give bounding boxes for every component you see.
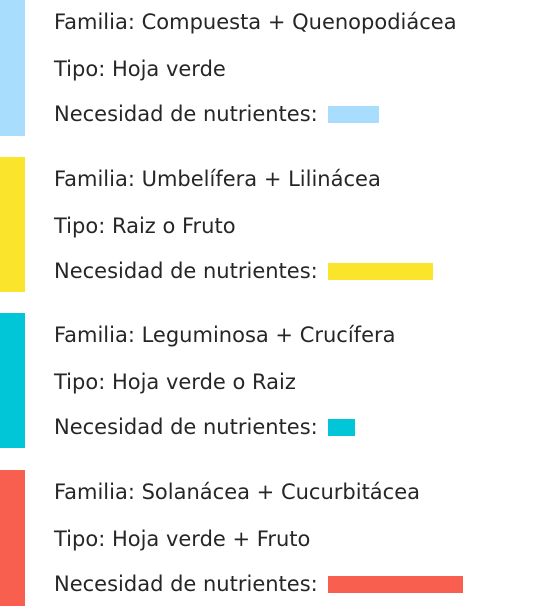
nutrient-level-bar (327, 418, 355, 436)
nutrient-row: Necesidad de nutrientes: (54, 101, 379, 127)
nutrient-row: Necesidad de nutrientes: (54, 571, 463, 597)
nutrient-row: Necesidad de nutrientes: (54, 414, 355, 440)
nutrient-row: Necesidad de nutrientes: (54, 258, 433, 284)
nutrient-level-bar (327, 105, 379, 123)
group-color-stripe (0, 313, 25, 448)
nutrient-level-bar (327, 575, 463, 593)
nutrient-label: Necesidad de nutrientes: (54, 102, 318, 126)
group-color-stripe (0, 157, 25, 292)
familia-text: Familia: Umbelífera + Lilinácea (54, 167, 381, 191)
nutrient-label: Necesidad de nutrientes: (54, 572, 318, 596)
group-3: Familia: Leguminosa + Crucífera Tipo: Ho… (0, 313, 551, 448)
group-color-stripe (0, 0, 25, 136)
familia-text: Familia: Compuesta + Quenopodiácea (54, 10, 457, 34)
tipo-text: Tipo: Raiz o Fruto (54, 214, 236, 238)
group-2: Familia: Umbelífera + Lilinácea Tipo: Ra… (0, 157, 551, 292)
familia-text: Familia: Solanácea + Cucurbitácea (54, 480, 421, 504)
tipo-text: Tipo: Hoja verde (54, 57, 226, 81)
familia-text: Familia: Leguminosa + Crucífera (54, 323, 396, 347)
group-4: Familia: Solanácea + Cucurbitácea Tipo: … (0, 470, 551, 606)
nutrient-label: Necesidad de nutrientes: (54, 415, 318, 439)
group-color-stripe (0, 470, 25, 606)
tipo-text: Tipo: Hoja verde + Fruto (54, 527, 311, 551)
tipo-text: Tipo: Hoja verde o Raiz (54, 370, 296, 394)
group-1: Familia: Compuesta + Quenopodiácea Tipo:… (0, 0, 551, 136)
nutrient-label: Necesidad de nutrientes: (54, 259, 318, 283)
nutrient-level-bar (327, 262, 433, 280)
